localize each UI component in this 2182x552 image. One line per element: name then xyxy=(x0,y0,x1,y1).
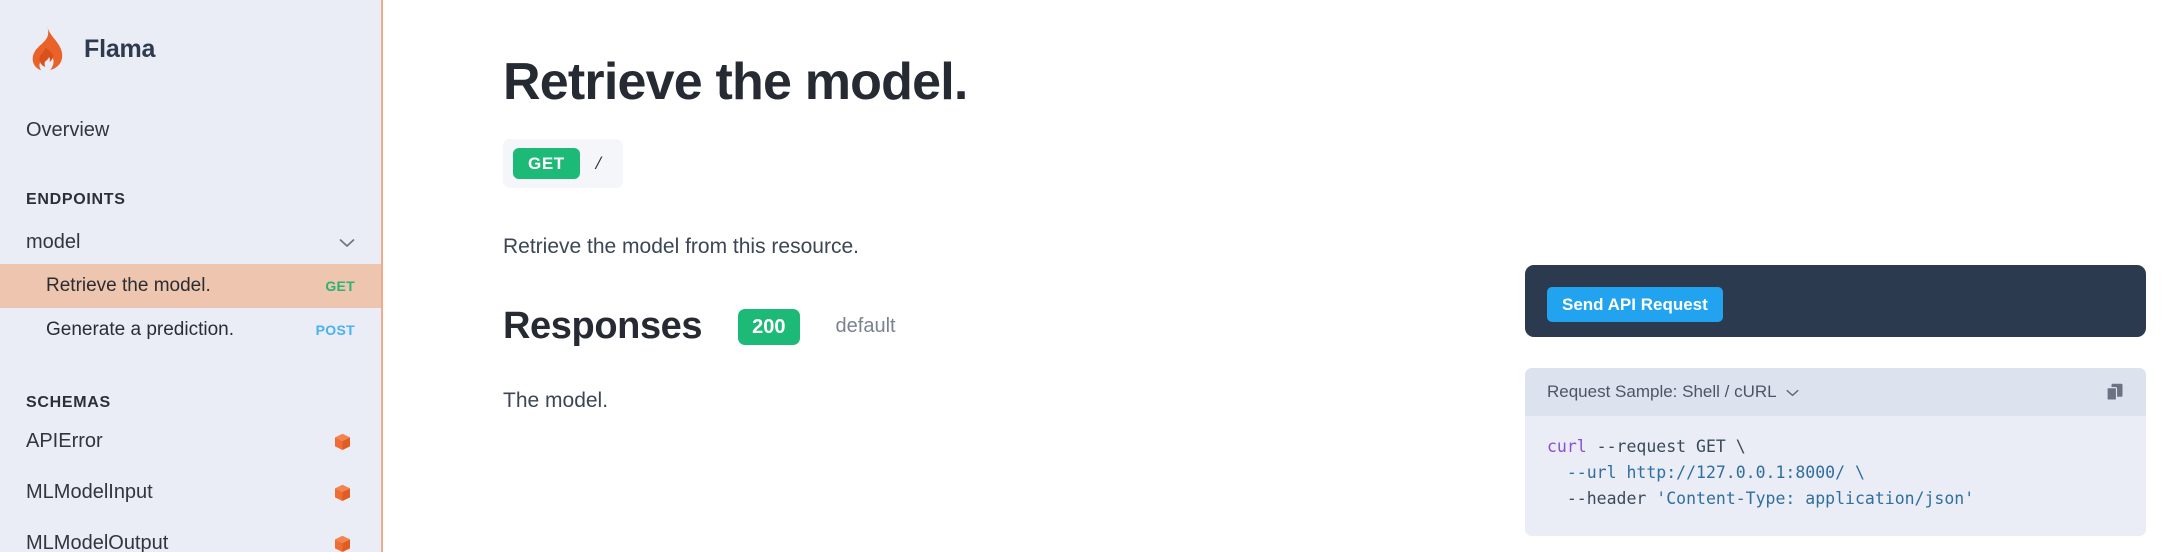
code-line-2: --url http://127.0.0.1:8000/ \ xyxy=(1547,463,1865,483)
sidebar-group-label: model xyxy=(26,231,81,253)
send-api-request-button[interactable]: Send API Request xyxy=(1547,287,1723,322)
sidebar-item-overview[interactable]: Overview xyxy=(0,112,381,149)
brand[interactable]: Flama xyxy=(0,0,381,74)
sidebar-group-model[interactable]: model xyxy=(0,221,381,264)
sidebar-item-mlmodeloutput[interactable]: MLModelOutput xyxy=(0,522,381,552)
sidebar-schema-label: APIError xyxy=(26,430,103,452)
code-line-3-pre: --header xyxy=(1547,489,1657,509)
request-sample-body: curl --request GET \ --url http://127.0.… xyxy=(1525,416,2146,537)
endpoint-description: Retrieve the model from this resource. xyxy=(503,235,859,258)
brand-name: Flama xyxy=(84,34,156,63)
status-label: default xyxy=(835,315,896,337)
method-badge-get: GET xyxy=(325,278,355,294)
status-badge[interactable]: 200 xyxy=(738,308,800,345)
right-panel: Send API Request Request Sample: Shell /… xyxy=(1525,0,2146,537)
sidebar-section-endpoints: ENDPOINTS xyxy=(26,191,126,208)
copy-icon[interactable] xyxy=(2106,383,2124,402)
http-verb-badge: GET xyxy=(513,148,580,179)
sidebar-schema-label: MLModelInput xyxy=(26,481,153,503)
sidebar-item-apierror[interactable]: APIError xyxy=(0,420,381,463)
sidebar-nav-top: Overview xyxy=(0,74,381,149)
main-content: Retrieve the model. GET / Retrieve the m… xyxy=(383,0,2182,552)
responses-section-header: Responses 200 default xyxy=(503,305,1503,348)
sidebar-item-generate-a-prediction[interactable]: Generate a prediction. POST xyxy=(0,308,381,352)
documentation-column: Retrieve the model. GET / Retrieve the m… xyxy=(503,0,1503,413)
method-badge-post: POST xyxy=(315,322,355,338)
endpoint-path: / xyxy=(595,152,602,174)
request-sample-label: Request Sample: Shell / cURL xyxy=(1547,382,1777,401)
request-sample-header: Request Sample: Shell / cURL xyxy=(1525,368,2146,416)
flame-icon xyxy=(26,27,68,71)
request-sample-selector[interactable]: Request Sample: Shell / cURL xyxy=(1547,382,1799,402)
code-token-command: curl xyxy=(1547,437,1587,456)
cube-icon xyxy=(334,433,351,451)
sidebar-endpoint-label: Generate a prediction. xyxy=(46,319,235,340)
sidebar-schema-label: MLModelOutput xyxy=(26,532,169,552)
endpoint-path-pill: GET / xyxy=(503,139,624,188)
code-line-1-rest: --request GET \ xyxy=(1586,437,1746,456)
request-sample-card: Request Sample: Shell / cURL curl --requ… xyxy=(1525,368,2146,537)
sidebar-endpoint-label: Retrieve the model. xyxy=(46,275,211,296)
responses-heading: Responses xyxy=(503,305,703,347)
page-title: Retrieve the model. xyxy=(503,53,968,111)
sidebar-item-mlmodelinput[interactable]: MLModelInput xyxy=(0,471,381,514)
sidebar-section-schemas: SCHEMAS xyxy=(26,394,111,411)
cube-icon xyxy=(334,484,351,502)
sidebar: Flama Overview ENDPOINTS model Retrieve … xyxy=(0,0,383,552)
sidebar-item-retrieve-the-model[interactable]: Retrieve the model. GET xyxy=(0,264,381,308)
code-line-3-string: 'Content-Type: application/json' xyxy=(1656,489,1975,509)
api-docs-page: Flama Overview ENDPOINTS model Retrieve … xyxy=(0,0,2182,552)
code-block: curl --request GET \ --url http://127.0.… xyxy=(1547,434,2124,512)
chevron-down-icon[interactable] xyxy=(339,238,355,248)
chevron-down-icon[interactable] xyxy=(1786,382,1799,402)
send-request-panel: Send API Request xyxy=(1525,265,2146,337)
response-description: The model. xyxy=(503,389,609,412)
cube-icon xyxy=(334,535,351,552)
